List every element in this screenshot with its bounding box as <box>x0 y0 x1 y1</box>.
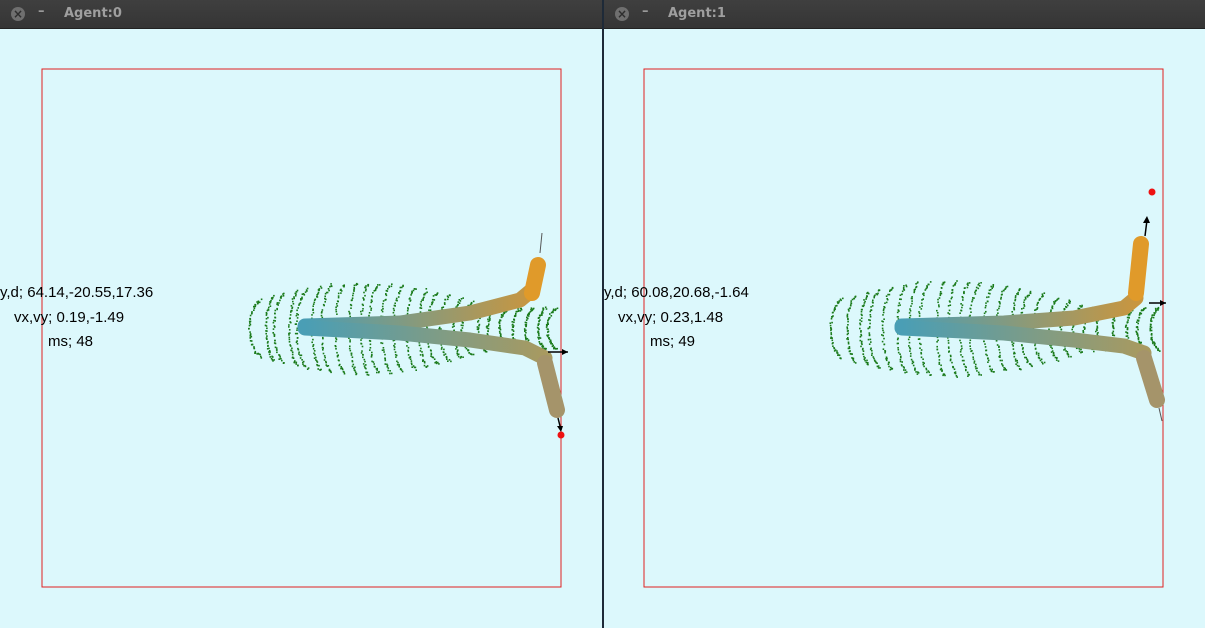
minimize-icon[interactable]: – <box>38 4 45 19</box>
simulation-canvas <box>41 68 568 588</box>
agent-body <box>894 216 1166 422</box>
hud-position: y,d; 64.14,-20.55,17.36 <box>0 284 154 301</box>
target-marker <box>557 431 565 439</box>
minimize-icon[interactable]: – <box>642 4 649 19</box>
agent-body <box>297 232 568 432</box>
titlebar: × – Agent:0 <box>0 0 603 29</box>
agent-1-window: × – Agent:1 y,d; 60.08,20.68,-1.64 vx,vy… <box>604 0 1205 628</box>
hud-ms: ms; 49 <box>650 333 696 350</box>
hud-position: y,d; 60.08,20.68,-1.64 <box>604 284 749 301</box>
target-marker <box>1148 188 1156 196</box>
agent-0-window: × – Agent:0 y,d; 64.14,-20.55,17.36 vx,v… <box>0 0 603 628</box>
titlebar: × – Agent:1 <box>604 0 1205 29</box>
hud-velocity: vx,vy; 0.23,1.48 <box>618 309 724 326</box>
close-icon[interactable]: × <box>615 7 629 21</box>
hud-velocity: vx,vy; 0.19,-1.49 <box>14 309 125 326</box>
close-icon[interactable]: × <box>11 7 25 21</box>
window-title: Agent:0 <box>64 6 122 21</box>
hud-ms: ms; 48 <box>48 333 94 350</box>
simulation-canvas <box>643 68 1166 588</box>
window-title: Agent:1 <box>668 6 726 21</box>
